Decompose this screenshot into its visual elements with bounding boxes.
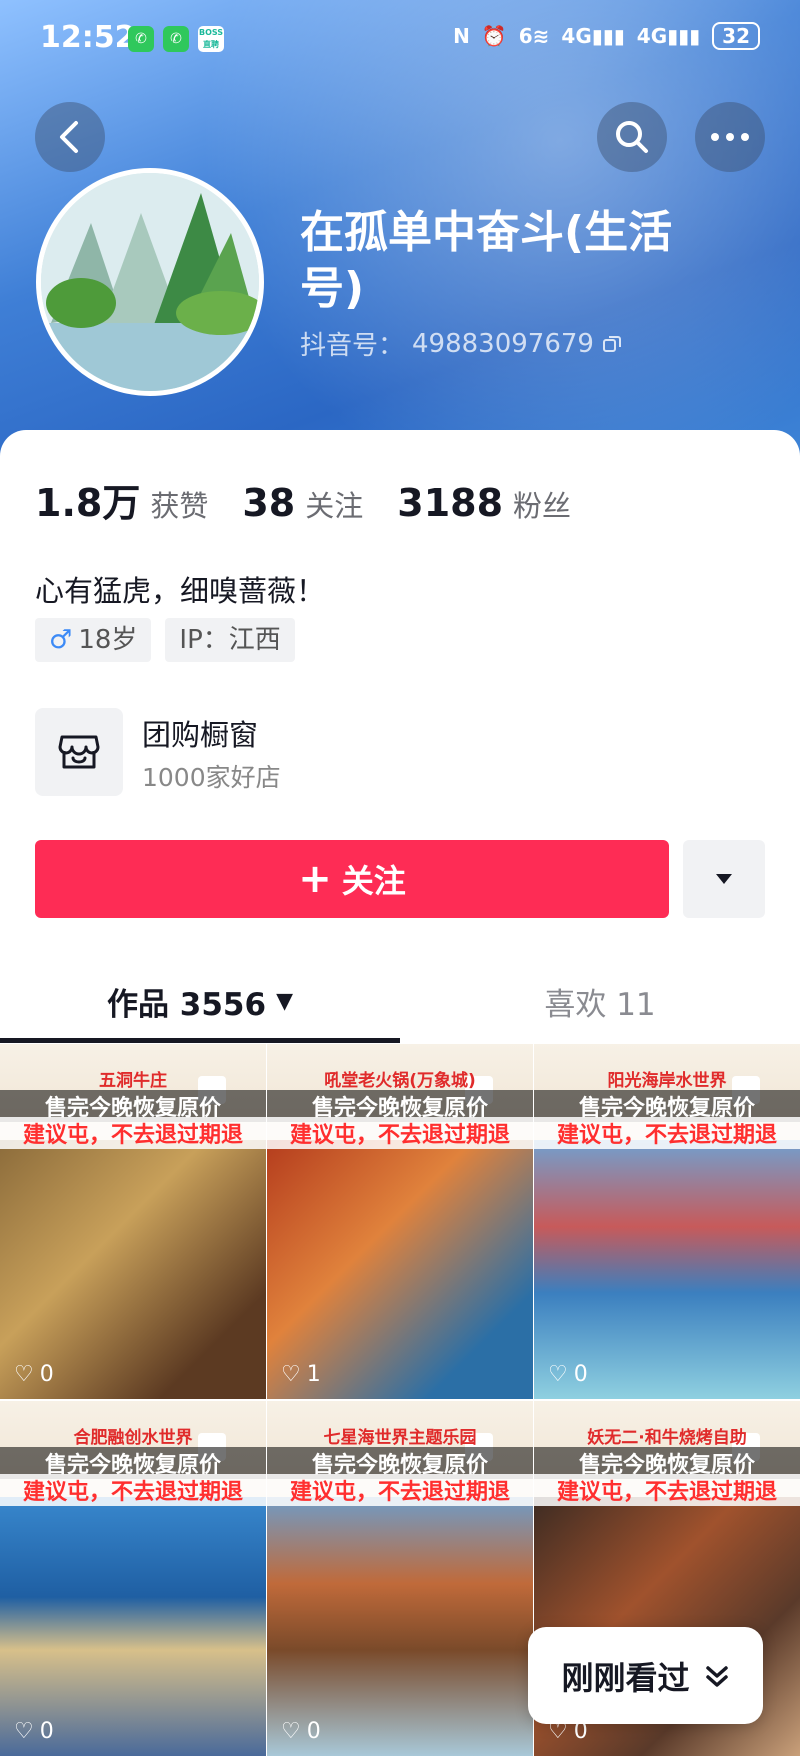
search-icon [616, 121, 648, 153]
ip-tag: IP：江西 [165, 618, 295, 662]
recently-viewed-button[interactable]: 刚刚看过 [528, 1627, 763, 1724]
likes-stat[interactable]: 1.8万 获赞 [35, 472, 208, 527]
video-caption-line2: 建议屯，不去退过期退 [0, 1117, 266, 1149]
douyin-id-value: 49883097679 [412, 328, 594, 359]
recommend-dropdown-button[interactable] [683, 840, 765, 918]
video-shop-name: 合肥融创水世界 [73, 1428, 193, 1448]
video-thumbnail [267, 1134, 533, 1399]
video-likes: ♡ 0 [281, 1719, 321, 1744]
video-tile[interactable]: 七星海世界主题乐园 售完今晚恢复原价 建议屯，不去退过期退 ♡ 0 [267, 1401, 533, 1756]
profile-name: 在孤单中奋斗(生活号) [300, 207, 673, 314]
follow-button[interactable]: + 关注 [35, 840, 669, 918]
video-thumbnail [534, 1134, 800, 1399]
chevron-left-icon [60, 121, 78, 153]
video-caption-line2: 建议屯，不去退过期退 [534, 1117, 800, 1149]
douyin-id[interactable]: 抖音号： 49883097679 [300, 325, 622, 362]
caret-down-icon [716, 874, 732, 884]
video-shop-name: 阳光海岸水世界 [607, 1071, 727, 1091]
likes-count: 1.8万 [35, 481, 141, 525]
video-caption-line2: 建议屯，不去退过期退 [534, 1474, 800, 1506]
douyin-id-label: 抖音号： [300, 331, 405, 361]
male-icon: ♂ [49, 625, 73, 655]
tab-likes-label: 喜欢 11 [544, 986, 656, 1023]
followers-count: 3188 [397, 481, 504, 525]
heart-icon: ♡ [14, 1719, 34, 1744]
profile-bio: 心有猛虎，细嗅蔷薇！ [35, 574, 326, 608]
back-button[interactable] [35, 102, 105, 172]
storefront-icon [58, 735, 100, 769]
heart-icon: ♡ [281, 1362, 301, 1387]
followers-stat[interactable]: 3188 粉丝 [397, 481, 571, 525]
age-text: 18岁 [78, 625, 138, 655]
video-thumbnail [267, 1491, 533, 1756]
profile-tabs: 作品 3556 ▼ 喜欢 11 [0, 960, 800, 1042]
wifi-icon: 6≋ [518, 24, 550, 48]
video-shop-name: 妖无二·和牛烧烤自助 [587, 1428, 747, 1448]
signal-4g-icon: 4G▮▮▮ [561, 24, 625, 48]
video-tile[interactable]: 五洞牛庄 售完今晚恢复原价 建议屯，不去退过期退 ♡ 0 [0, 1044, 266, 1399]
video-likes: ♡ 1 [281, 1362, 321, 1387]
nfc-icon: N [453, 24, 470, 48]
profile-tags: ♂ 18岁 IP：江西 [35, 618, 295, 662]
video-tile[interactable]: 阳光海岸水世界 售完今晚恢复原价 建议屯，不去退过期退 ♡ 0 [534, 1044, 800, 1399]
tab-works-label: 作品 3556 [107, 986, 267, 1023]
status-bar: 12:52 ✆ ✆ BOSS 直聘 N ⏰ 6≋ 4G▮▮▮ 4G▮▮▮ 32 [0, 0, 800, 80]
video-likes: ♡ 0 [14, 1719, 54, 1744]
likes-label: 获赞 [150, 489, 209, 523]
heart-icon: ♡ [548, 1362, 568, 1387]
video-shop-name: 五洞牛庄 [99, 1071, 167, 1091]
double-chevron-down-icon [705, 1665, 728, 1687]
video-caption-line2: 建议屯，不去退过期退 [267, 1117, 533, 1149]
battery-icon: 32 [712, 22, 760, 50]
more-options-button[interactable] [695, 102, 765, 172]
plus-icon: + [298, 856, 332, 902]
recently-viewed-label: 刚刚看过 [561, 1658, 690, 1697]
alarm-icon: ⏰ [481, 24, 507, 48]
shop-window-title[interactable]: 团购橱窗 [142, 712, 258, 754]
shop-window-entry[interactable] [35, 708, 123, 796]
heart-icon: ♡ [281, 1719, 301, 1744]
followers-label: 粉丝 [513, 489, 572, 523]
shop-window-subtitle: 1000家好店 [142, 763, 281, 792]
status-time: 12:52 [40, 20, 136, 55]
video-likes: ♡ 0 [548, 1362, 588, 1387]
video-tile[interactable]: 吼堂老火锅(万象城) 售完今晚恢复原价 建议屯，不去退过期退 ♡ 1 [267, 1044, 533, 1399]
tab-active-indicator [0, 1038, 400, 1043]
profile-stats: 1.8万 获赞 38 关注 3188 粉丝 [35, 472, 605, 527]
following-stat[interactable]: 38 关注 [242, 481, 363, 525]
copy-icon[interactable] [602, 334, 622, 354]
avatar[interactable] [36, 168, 264, 396]
video-shop-name: 七星海世界主题乐园 [323, 1428, 477, 1448]
wechat-icon: ✆ [128, 26, 154, 52]
video-thumbnail [0, 1134, 266, 1399]
avatar-landscape-image [41, 173, 259, 391]
follow-label: 关注 [341, 862, 406, 900]
heart-icon: ♡ [14, 1362, 34, 1387]
search-button[interactable] [597, 102, 667, 172]
video-shop-name: 吼堂老火锅(万象城) [324, 1071, 476, 1091]
tab-works[interactable]: 作品 3556 ▼ [0, 960, 400, 1042]
boss-zhipin-icon: BOSS 直聘 [198, 26, 224, 52]
more-dots-icon [711, 133, 749, 141]
video-caption-line2: 建议屯，不去退过期退 [267, 1474, 533, 1506]
video-caption-line2: 建议屯，不去退过期退 [0, 1474, 266, 1506]
tab-likes[interactable]: 喜欢 11 [400, 960, 800, 1042]
gender-age-tag: ♂ 18岁 [35, 618, 152, 662]
caret-down-icon: ▼ [276, 988, 293, 1014]
signal-4g-icon-2: 4G▮▮▮ [636, 24, 701, 48]
video-thumbnail [0, 1491, 266, 1756]
status-indicators: N ⏰ 6≋ 4G▮▮▮ 4G▮▮▮ 32 [453, 22, 760, 50]
video-tile[interactable]: 合肥融创水世界 售完今晚恢复原价 建议屯，不去退过期退 ♡ 0 [0, 1401, 266, 1756]
following-label: 关注 [305, 489, 364, 523]
wechat-icon: ✆ [163, 26, 189, 52]
video-likes: ♡ 0 [14, 1362, 54, 1387]
following-count: 38 [242, 481, 296, 525]
